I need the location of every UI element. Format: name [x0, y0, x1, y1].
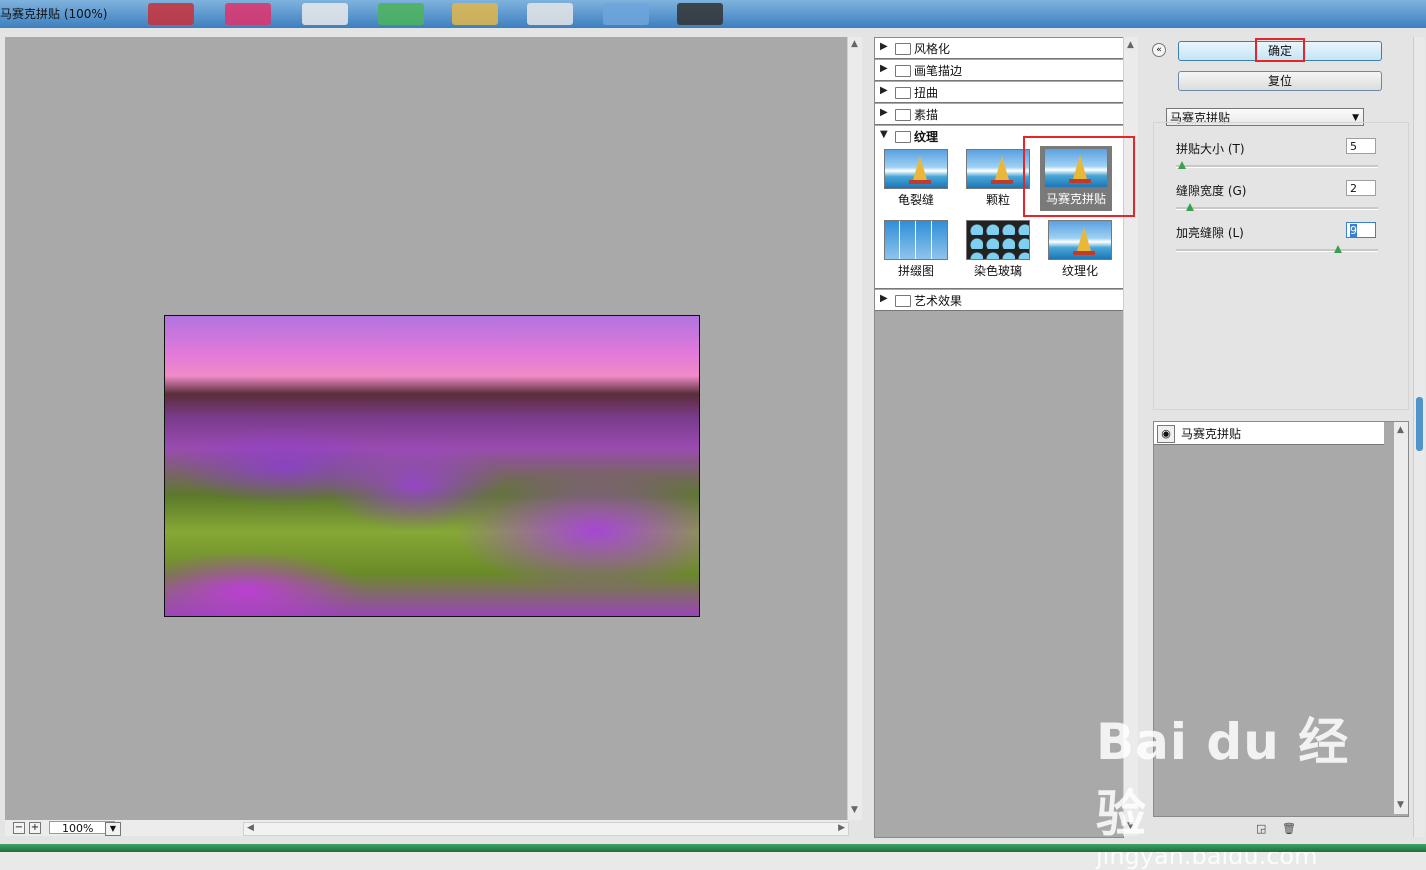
- slider-handle[interactable]: [1178, 161, 1187, 169]
- filter-caption: 纹理化: [1061, 264, 1098, 278]
- taskbar-thumbnail[interactable]: [378, 3, 424, 25]
- preview-vertical-scrollbar[interactable]: ▲ ▼: [847, 37, 862, 820]
- effect-layer-row[interactable]: ◉ 马赛克拼贴: [1154, 422, 1384, 445]
- title-bar: 马赛克拼贴 (100%): [0, 0, 1426, 28]
- category-sketch[interactable]: ▶ 素描: [875, 104, 1123, 125]
- taskbar-thumbnail[interactable]: [452, 3, 498, 25]
- filter-thumb-grain[interactable]: 颗粒: [966, 149, 1030, 208]
- preview-bottom-bar: − + 100% ▼ ◀ ▶: [5, 820, 849, 836]
- lighten-grout-slider[interactable]: [1176, 245, 1378, 253]
- scroll-up-arrow-icon[interactable]: ▲: [1127, 40, 1134, 50]
- taskbar-thumbnail[interactable]: [527, 3, 573, 25]
- filter-thumb-texturizer[interactable]: 纹理化: [1048, 220, 1112, 279]
- eye-icon[interactable]: ◉: [1157, 425, 1175, 443]
- zoom-dropdown-icon[interactable]: ▼: [105, 822, 121, 836]
- folder-icon: [895, 87, 911, 99]
- filter-preview-image: [884, 149, 948, 189]
- filter-caption: 龟裂缝: [897, 193, 934, 207]
- expand-arrow-icon[interactable]: ▶: [880, 107, 888, 118]
- filter-preview-image: [1048, 220, 1112, 260]
- grout-width-slider[interactable]: [1176, 203, 1378, 211]
- filter-preview-image: [966, 220, 1030, 260]
- collapse-arrow-icon[interactable]: ▼: [880, 129, 888, 140]
- folder-icon: [895, 109, 911, 121]
- expand-arrow-icon[interactable]: ▶: [880, 63, 888, 74]
- grout-width-input[interactable]: 2: [1346, 180, 1376, 196]
- folder-icon: [895, 295, 911, 307]
- slider-handle[interactable]: [1186, 203, 1195, 211]
- preview-horizontal-scrollbar[interactable]: ◀ ▶: [243, 822, 849, 836]
- collapse-gallery-icon[interactable]: «: [1152, 43, 1166, 57]
- scroll-down-arrow-icon[interactable]: ▼: [1397, 800, 1404, 810]
- taskbar: [0, 844, 1426, 852]
- expand-arrow-icon[interactable]: ▶: [880, 41, 888, 52]
- folder-icon: [895, 65, 911, 77]
- category-artistic[interactable]: ▶ 艺术效果: [875, 290, 1123, 311]
- open-folder-icon: [895, 131, 911, 143]
- grout-width-label: 缝隙宽度 (G): [1176, 184, 1247, 198]
- filter-thumb-craquelure[interactable]: 龟裂缝: [884, 149, 948, 208]
- filter-preview-image: [966, 149, 1030, 189]
- filter-thumb-stained-glass[interactable]: 染色玻璃: [966, 220, 1030, 279]
- category-label: 纹理: [914, 130, 939, 144]
- category-brush-strokes[interactable]: ▶ 画笔描边: [875, 60, 1123, 81]
- tile-size-input[interactable]: 5: [1346, 138, 1376, 154]
- preview-area[interactable]: [5, 37, 847, 820]
- taskbar-thumbnail[interactable]: [677, 3, 723, 25]
- category-label: 扭曲: [914, 86, 939, 100]
- lighten-grout-value: 9: [1350, 224, 1357, 237]
- ok-button-highlight: [1255, 38, 1305, 62]
- window-title: 马赛克拼贴 (100%): [0, 7, 108, 21]
- selected-filter-highlight: [1023, 136, 1135, 217]
- tile-size-slider[interactable]: [1176, 161, 1378, 169]
- layers-scrollbar[interactable]: ▲ ▼: [1394, 422, 1408, 814]
- taskbar-thumbnail[interactable]: [603, 3, 649, 25]
- scroll-thumb[interactable]: [1416, 397, 1423, 451]
- expand-arrow-icon[interactable]: ▶: [880, 293, 888, 304]
- taskbar-thumbnail[interactable]: [302, 3, 348, 25]
- scroll-down-arrow-icon[interactable]: ▼: [851, 805, 858, 815]
- expand-arrow-icon[interactable]: ▶: [880, 85, 888, 96]
- watermark-logo: Bai du 经验: [1096, 713, 1350, 843]
- filter-caption: 染色玻璃: [973, 264, 1022, 278]
- folder-icon: [895, 43, 911, 55]
- category-label: 素描: [914, 108, 939, 122]
- scroll-right-arrow-icon[interactable]: ▶: [838, 823, 845, 833]
- slider-handle[interactable]: [1333, 245, 1342, 253]
- category-distort[interactable]: ▶ 扭曲: [875, 82, 1123, 103]
- filter-caption: 拼缀图: [897, 264, 934, 278]
- taskbar-thumbnail[interactable]: [148, 3, 194, 25]
- scroll-left-arrow-icon[interactable]: ◀: [247, 823, 254, 833]
- effect-layer-label: 马赛克拼贴: [1181, 427, 1242, 441]
- category-label: 风格化: [914, 42, 951, 56]
- tile-size-label: 拼贴大小 (T): [1176, 142, 1245, 156]
- zoom-in-button[interactable]: +: [29, 822, 41, 834]
- filter-preview-image: [884, 220, 948, 260]
- filter-caption: 颗粒: [985, 193, 1010, 207]
- window-scrollbar[interactable]: [1413, 37, 1425, 837]
- reset-button[interactable]: 复位: [1178, 71, 1382, 91]
- scroll-up-arrow-icon[interactable]: ▲: [1397, 425, 1404, 435]
- scroll-up-arrow-icon[interactable]: ▲: [851, 39, 858, 49]
- preview-image: [164, 315, 700, 617]
- filter-thumb-patchwork[interactable]: 拼缀图: [884, 220, 948, 279]
- category-stylize[interactable]: ▶ 风格化: [875, 38, 1123, 59]
- taskbar-thumbnail[interactable]: [225, 3, 271, 25]
- zoom-out-button[interactable]: −: [13, 822, 25, 834]
- category-label: 艺术效果: [914, 294, 963, 308]
- lighten-grout-input[interactable]: 9: [1346, 222, 1376, 238]
- lighten-grout-label: 加亮缝隙 (L): [1176, 226, 1244, 240]
- category-label: 画笔描边: [914, 64, 963, 78]
